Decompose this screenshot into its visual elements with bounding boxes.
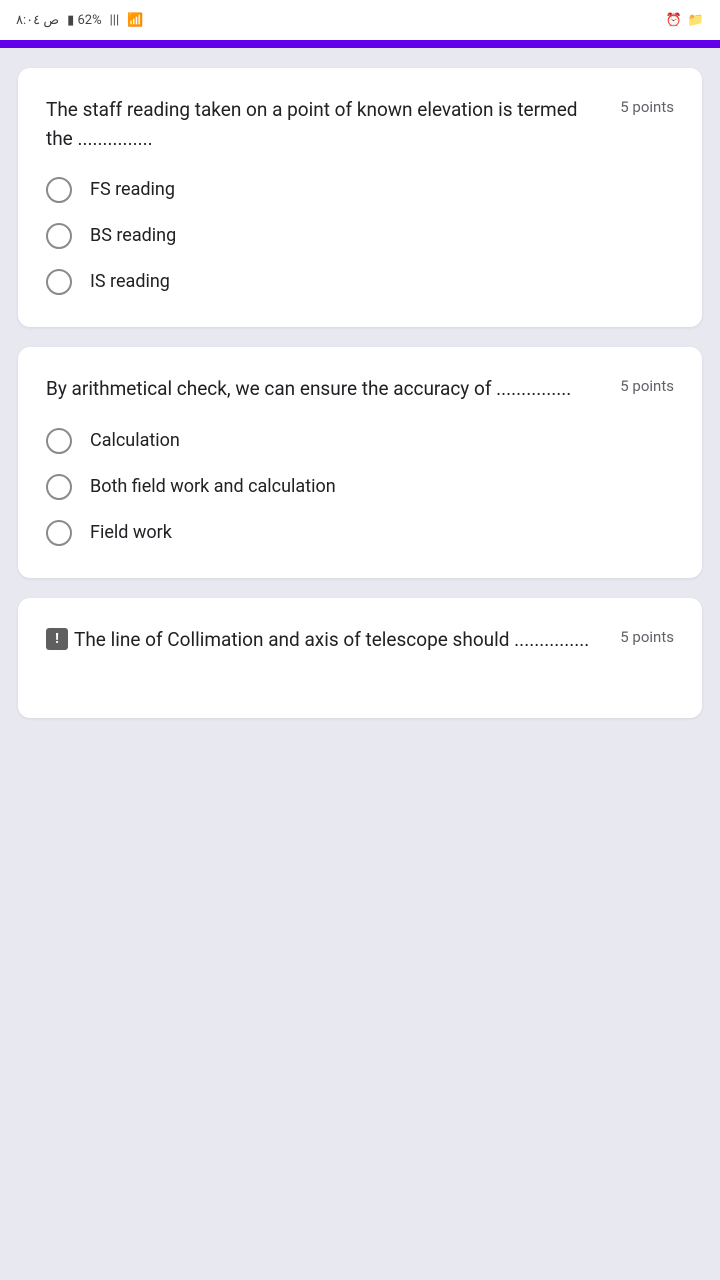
question-card-3: ! The line of Collimation and axis of te…	[18, 598, 702, 718]
option-q1-2[interactable]: BS reading	[46, 223, 674, 249]
points-label-2: 5 points	[620, 375, 674, 395]
status-wifi: 📶	[127, 13, 143, 28]
question-header-1: The staff reading taken on a point of kn…	[46, 96, 674, 153]
status-left: ص ۸:۰٤ ▮ 62% ||| 📶	[16, 13, 143, 28]
option-q1-3[interactable]: IS reading	[46, 269, 674, 295]
question-card-1: The staff reading taken on a point of kn…	[18, 68, 702, 327]
option-label-q1-1: FS reading	[90, 177, 175, 202]
question-text-1: The staff reading taken on a point of kn…	[46, 96, 620, 153]
radio-q1-2[interactable]	[46, 223, 72, 249]
option-q2-1[interactable]: Calculation	[46, 428, 674, 454]
folder-icon: 📁	[688, 13, 704, 28]
status-battery: ▮ 62%	[67, 13, 102, 28]
question-text-2: By arithmetical check, we can ensure the…	[46, 375, 620, 404]
radio-q2-2[interactable]	[46, 474, 72, 500]
points-label-3: 5 points	[620, 626, 674, 646]
question-card-2: By arithmetical check, we can ensure the…	[18, 347, 702, 578]
progress-bar	[0, 40, 720, 48]
option-label-q1-3: IS reading	[90, 269, 170, 294]
notification-icon: !	[46, 628, 68, 650]
question-header-2: By arithmetical check, we can ensure the…	[46, 375, 674, 404]
alarm-icon: ⏰	[666, 13, 682, 28]
points-label-1: 5 points	[620, 96, 674, 116]
status-signal: |||	[110, 13, 120, 28]
radio-q2-3[interactable]	[46, 520, 72, 546]
option-q2-3[interactable]: Field work	[46, 520, 674, 546]
options-list-2: Calculation Both field work and calculat…	[46, 428, 674, 546]
question-text-3: ! The line of Collimation and axis of te…	[46, 626, 620, 655]
status-right: ⏰ 📁	[666, 13, 704, 28]
question-header-3: ! The line of Collimation and axis of te…	[46, 626, 674, 655]
options-list-1: FS reading BS reading IS reading	[46, 177, 674, 295]
radio-q2-1[interactable]	[46, 428, 72, 454]
status-bar: ص ۸:۰٤ ▮ 62% ||| 📶 ⏰ 📁	[0, 0, 720, 40]
option-label-q2-1: Calculation	[90, 428, 180, 453]
radio-q1-3[interactable]	[46, 269, 72, 295]
status-time: ص ۸:۰٤	[16, 13, 59, 28]
option-label-q2-2: Both field work and calculation	[90, 474, 336, 499]
option-label-q2-3: Field work	[90, 520, 172, 545]
content-area: The staff reading taken on a point of kn…	[0, 48, 720, 738]
radio-q1-1[interactable]	[46, 177, 72, 203]
option-q2-2[interactable]: Both field work and calculation	[46, 474, 674, 500]
option-q1-1[interactable]: FS reading	[46, 177, 674, 203]
option-label-q1-2: BS reading	[90, 223, 176, 248]
